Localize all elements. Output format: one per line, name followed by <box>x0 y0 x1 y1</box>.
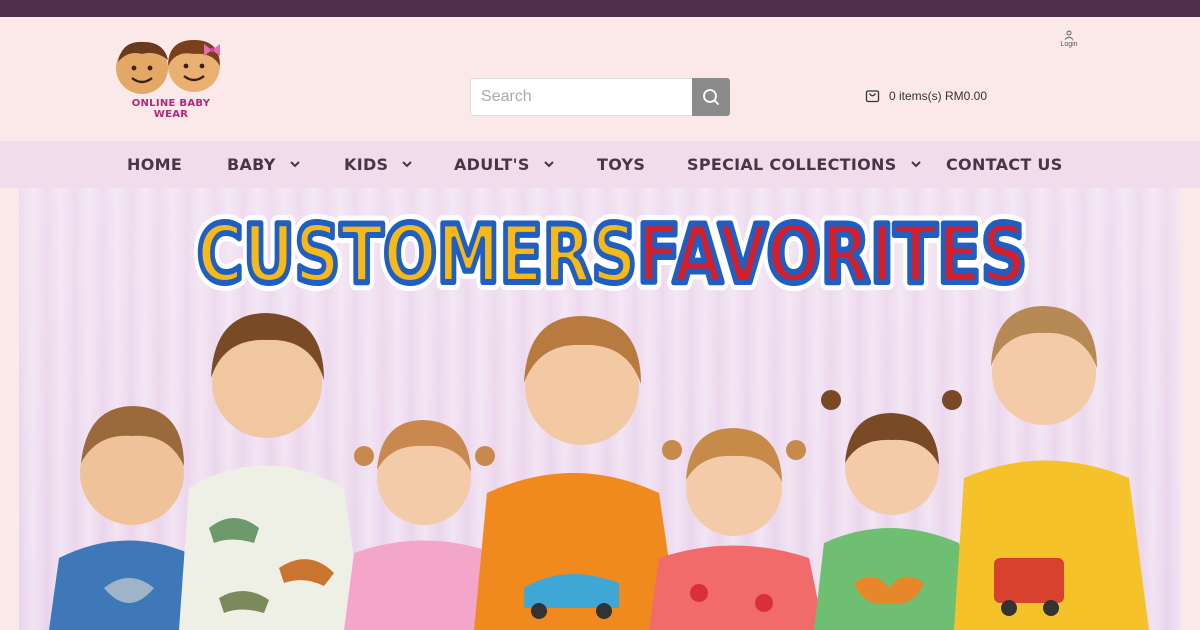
nav-item-label: KIDS <box>344 155 389 174</box>
nav-item-label: HOME <box>127 155 183 174</box>
user-icon <box>1064 30 1074 40</box>
nav-item-special-collections[interactable]: SPECIAL COLLECTIONS <box>687 141 921 188</box>
site-logo[interactable]: ONLINE BABY WEAR <box>112 36 230 124</box>
nav-item-label: SPECIAL COLLECTIONS <box>687 155 897 174</box>
nav-item-baby[interactable]: BABY <box>227 141 300 188</box>
shopping-bag-icon <box>865 90 880 103</box>
kid-dinosaur-shirt <box>179 313 364 630</box>
login-label: Login <box>1060 41 1078 48</box>
logo-text: ONLINE BABY WEAR <box>112 98 230 120</box>
chevron-down-icon <box>289 161 300 168</box>
nav-item-contact-us[interactable]: CONTACT US <box>946 141 1063 188</box>
chevron-down-icon <box>910 161 921 168</box>
search-input[interactable] <box>470 78 692 116</box>
nav-item-label: BABY <box>227 155 276 174</box>
kid-strawberry-shirt <box>649 428 824 630</box>
cart-summary[interactable]: 0 items(s) RM0.00 <box>865 88 987 103</box>
kid-butterfly-shirt <box>814 390 974 630</box>
nav-item-label: CONTACT US <box>946 155 1063 174</box>
search-button[interactable] <box>692 78 730 116</box>
top-bar <box>0 0 1200 17</box>
search-icon <box>703 89 719 105</box>
login-link[interactable]: Login <box>1054 30 1084 48</box>
nav-item-kids[interactable]: KIDS <box>344 141 413 188</box>
nav-item-adults[interactable]: ADULT'S <box>454 141 554 188</box>
kid-vehicle-shirt <box>954 306 1149 630</box>
kid-car-shirt <box>474 316 679 630</box>
logo-text-line2: WEAR <box>153 109 189 120</box>
chevron-down-icon <box>543 161 554 168</box>
nav-item-label: ADULT'S <box>454 155 530 174</box>
search-bar <box>470 78 730 116</box>
nav-item-label: TOYS <box>597 155 646 174</box>
nav-item-home[interactable]: HOME <box>127 141 182 188</box>
hero-banner[interactable]: CUSTOMERS CUSTOMERS FAVORITES FAVORITES <box>19 188 1181 630</box>
nav-item-toys[interactable]: TOYS <box>597 141 645 188</box>
logo-text-line1: ONLINE BABY <box>131 98 211 109</box>
logo-faces-graphic <box>116 40 220 94</box>
main-navigation: HOME BABY KIDS ADULT'S TOYS SPECIAL COLL… <box>0 141 1200 188</box>
chevron-down-icon <box>402 161 413 168</box>
hero-kids-illustration <box>49 306 1149 630</box>
cart-text: 0 items(s) RM0.00 <box>889 88 988 103</box>
